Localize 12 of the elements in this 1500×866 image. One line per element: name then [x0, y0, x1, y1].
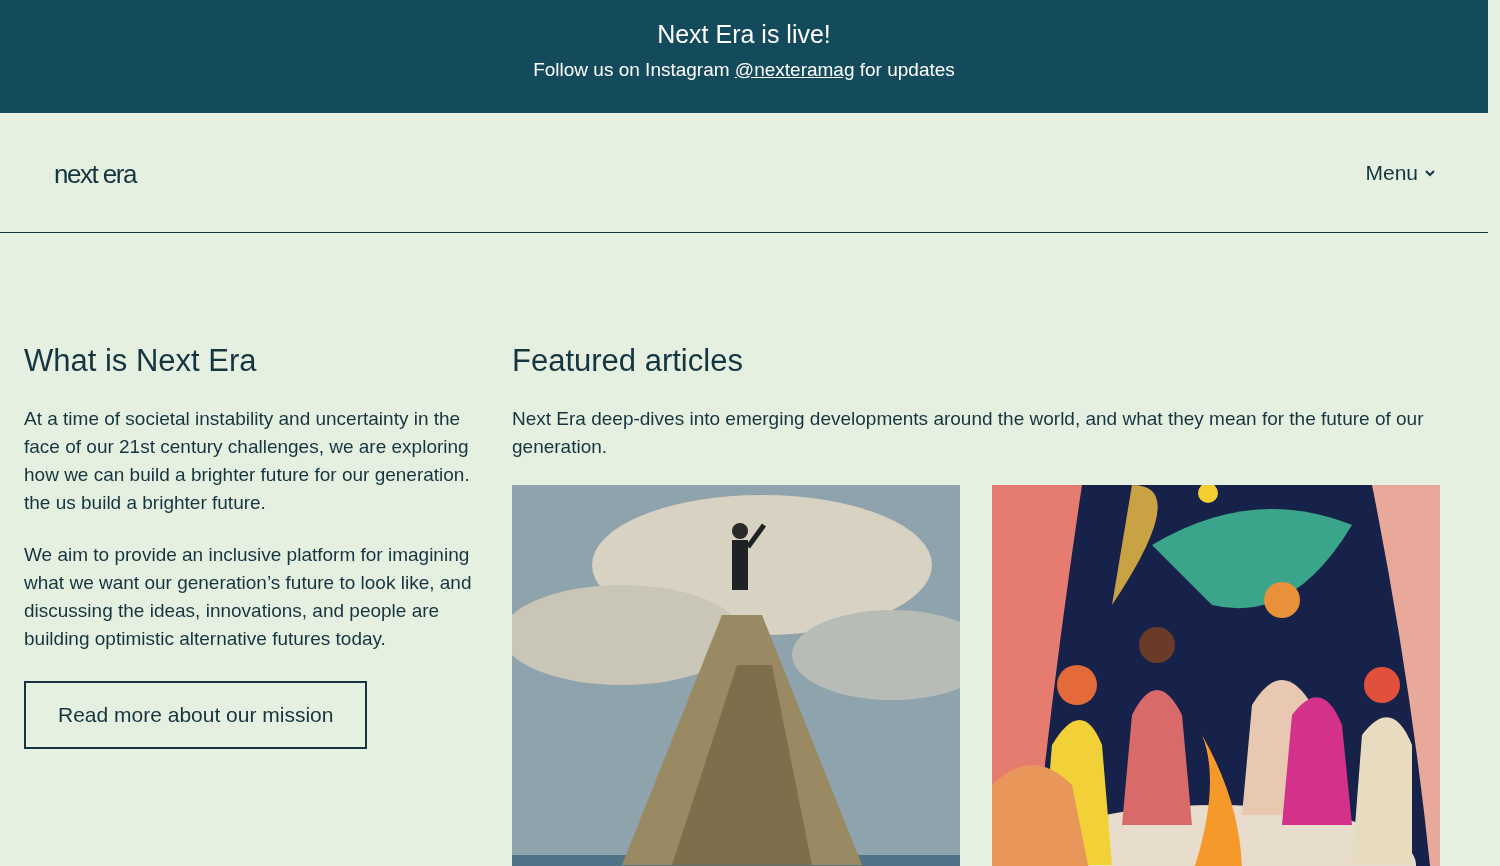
instagram-link[interactable]: @nexteramag: [734, 59, 855, 80]
mission-button[interactable]: Read more about our mission: [24, 681, 368, 749]
banner-text: Follow us on Instagram @nexteramag for updates: [532, 59, 956, 81]
section-heading: Featured articles: [512, 342, 744, 380]
paragraph: We aim to provide an inclusive platform for imagining what we want our generation’s future to look like, and discussing the ideas, innovations, and people are building optimistic alternative futures today.: [24, 543, 473, 651]
chevron-down-icon: [1424, 168, 1436, 177]
paragraph: At a time of societal instability and uncertainty in the face of our 21st century challenges, we are exploring how we can build a brighter future for our generation. the us build a brighter future.: [24, 407, 471, 515]
section-heading: What is Next Era: [24, 342, 258, 380]
banner-title: Next Era is live!: [656, 20, 832, 49]
menu-button[interactable]: Menu: [1365, 160, 1436, 185]
logo[interactable]: next era: [54, 155, 136, 190]
paragraph: Next Era deep-dives into emerging developments around the world, and what they mean for the future of our generation.: [512, 407, 1425, 459]
